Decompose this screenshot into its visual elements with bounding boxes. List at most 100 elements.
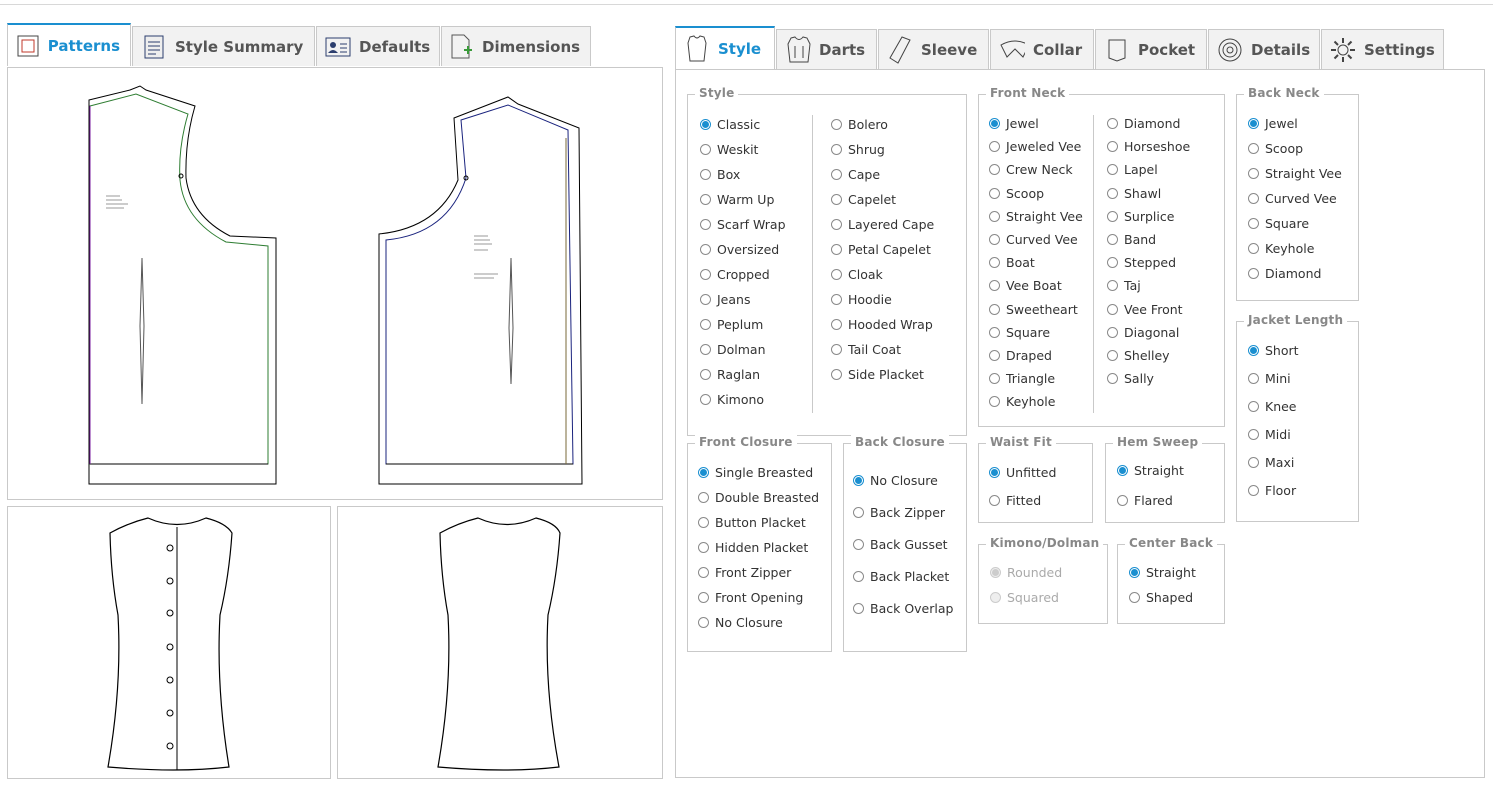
radio-button[interactable] (989, 187, 1000, 199)
radio-button[interactable] (831, 244, 842, 255)
radio-button[interactable] (1107, 257, 1118, 269)
radio-front-neck-jeweled-vee[interactable]: Jeweled Vee (989, 139, 1081, 154)
radio-button[interactable] (1107, 350, 1118, 361)
radio-button[interactable] (1248, 485, 1259, 496)
radio-button[interactable] (700, 219, 711, 230)
radio-center-back-straight[interactable]: Straight (1129, 565, 1196, 580)
radio-button[interactable] (989, 467, 1000, 478)
radio-style-layered-cape[interactable]: Layered Cape (831, 217, 934, 232)
radio-button[interactable] (1107, 280, 1118, 292)
radio-front-closure-double-breasted[interactable]: Double Breasted (698, 490, 819, 505)
radio-button[interactable] (989, 164, 1000, 176)
radio-style-tail-coat[interactable]: Tail Coat (831, 342, 901, 357)
radio-button[interactable] (831, 319, 842, 330)
radio-back-neck-scoop[interactable]: Scoop (1248, 141, 1303, 156)
radio-button[interactable] (831, 119, 842, 130)
radio-center-back-shaped[interactable]: Shaped (1129, 590, 1193, 605)
radio-button[interactable] (1117, 465, 1128, 476)
radio-button[interactable] (831, 269, 842, 280)
radio-front-neck-band[interactable]: Band (1107, 232, 1156, 247)
radio-style-raglan[interactable]: Raglan (700, 367, 760, 382)
radio-button[interactable] (698, 492, 709, 503)
radio-front-neck-draped[interactable]: Draped (989, 348, 1052, 363)
tab-details[interactable]: Details (1208, 29, 1320, 69)
radio-front-neck-straight-vee[interactable]: Straight Vee (989, 209, 1083, 224)
radio-button[interactable] (1248, 345, 1259, 356)
radio-front-neck-sally[interactable]: Sally (1107, 371, 1154, 386)
radio-button[interactable] (853, 475, 864, 486)
radio-jacket-length-maxi[interactable]: Maxi (1248, 455, 1294, 470)
radio-style-side-placket[interactable]: Side Placket (831, 367, 924, 382)
radio-button[interactable] (853, 507, 864, 518)
radio-front-neck-triangle[interactable]: Triangle (989, 371, 1055, 386)
tab-dimensions[interactable]: Dimensions (441, 26, 591, 66)
radio-jacket-length-midi[interactable]: Midi (1248, 427, 1291, 442)
radio-button[interactable] (700, 244, 711, 255)
radio-button[interactable] (1248, 118, 1259, 129)
radio-style-classic[interactable]: Classic (700, 117, 760, 132)
radio-front-neck-diamond[interactable]: Diamond (1107, 116, 1180, 131)
radio-button[interactable] (853, 539, 864, 550)
radio-back-neck-keyhole[interactable]: Keyhole (1248, 241, 1314, 256)
radio-button[interactable] (1248, 218, 1259, 229)
radio-button[interactable] (1248, 168, 1259, 179)
radio-button[interactable] (700, 319, 711, 330)
radio-style-jeans[interactable]: Jeans (700, 292, 750, 307)
radio-button[interactable] (700, 119, 711, 130)
radio-back-neck-square[interactable]: Square (1248, 216, 1309, 231)
radio-front-neck-shelley[interactable]: Shelley (1107, 348, 1170, 363)
radio-button[interactable] (1117, 495, 1128, 506)
radio-front-neck-stepped[interactable]: Stepped (1107, 255, 1176, 270)
tab-pocket[interactable]: Pocket (1095, 29, 1207, 69)
radio-button[interactable] (698, 592, 709, 603)
radio-front-closure-front-zipper[interactable]: Front Zipper (698, 565, 791, 580)
radio-button[interactable] (1129, 567, 1140, 578)
radio-button[interactable] (831, 344, 842, 355)
radio-style-warm-up[interactable]: Warm Up (700, 192, 774, 207)
tab-darts[interactable]: Darts (776, 29, 877, 69)
radio-front-closure-no-closure[interactable]: No Closure (698, 615, 783, 630)
radio-jacket-length-mini[interactable]: Mini (1248, 371, 1291, 386)
radio-button[interactable] (1248, 193, 1259, 204)
radio-button[interactable] (989, 326, 1000, 338)
radio-front-neck-curved-vee[interactable]: Curved Vee (989, 232, 1078, 247)
radio-button[interactable] (831, 144, 842, 155)
radio-button[interactable] (989, 396, 1000, 408)
radio-style-peplum[interactable]: Peplum (700, 317, 763, 332)
radio-button[interactable] (700, 394, 711, 405)
radio-jacket-length-floor[interactable]: Floor (1248, 483, 1296, 498)
radio-button[interactable] (1107, 326, 1118, 338)
radio-button[interactable] (700, 294, 711, 305)
radio-front-neck-shawl[interactable]: Shawl (1107, 186, 1161, 201)
radio-style-hoodie[interactable]: Hoodie (831, 292, 892, 307)
radio-hem-sweep-straight[interactable]: Straight (1117, 463, 1184, 478)
radio-hem-sweep-flared[interactable]: Flared (1117, 493, 1173, 508)
radio-front-neck-taj[interactable]: Taj (1107, 278, 1141, 293)
radio-button[interactable] (831, 369, 842, 380)
radio-style-oversized[interactable]: Oversized (700, 242, 779, 257)
radio-button[interactable] (1248, 243, 1259, 254)
radio-style-scarf-wrap[interactable]: Scarf Wrap (700, 217, 786, 232)
radio-front-closure-front-opening[interactable]: Front Opening (698, 590, 803, 605)
radio-back-neck-diamond[interactable]: Diamond (1248, 266, 1321, 281)
radio-style-cropped[interactable]: Cropped (700, 267, 770, 282)
radio-button[interactable] (989, 373, 1000, 385)
tab-patterns[interactable]: Patterns (7, 23, 131, 66)
radio-front-neck-lapel[interactable]: Lapel (1107, 162, 1158, 177)
tab-sleeve[interactable]: Sleeve (878, 29, 989, 69)
radio-button[interactable] (1248, 268, 1259, 279)
radio-button[interactable] (1107, 141, 1118, 153)
radio-waist-fit-fitted[interactable]: Fitted (989, 493, 1041, 508)
radio-style-shrug[interactable]: Shrug (831, 142, 885, 157)
radio-button[interactable] (1107, 373, 1118, 385)
radio-button[interactable] (1107, 210, 1118, 222)
radio-front-neck-jewel[interactable]: Jewel (989, 116, 1039, 131)
radio-front-neck-diagonal[interactable]: Diagonal (1107, 325, 1179, 340)
radio-front-neck-crew-neck[interactable]: Crew Neck (989, 162, 1073, 177)
radio-button[interactable] (1107, 187, 1118, 199)
radio-front-neck-surplice[interactable]: Surplice (1107, 209, 1174, 224)
radio-button[interactable] (698, 517, 709, 528)
radio-button[interactable] (1248, 373, 1259, 384)
radio-back-closure-back-gusset[interactable]: Back Gusset (853, 537, 948, 552)
radio-style-bolero[interactable]: Bolero (831, 117, 888, 132)
